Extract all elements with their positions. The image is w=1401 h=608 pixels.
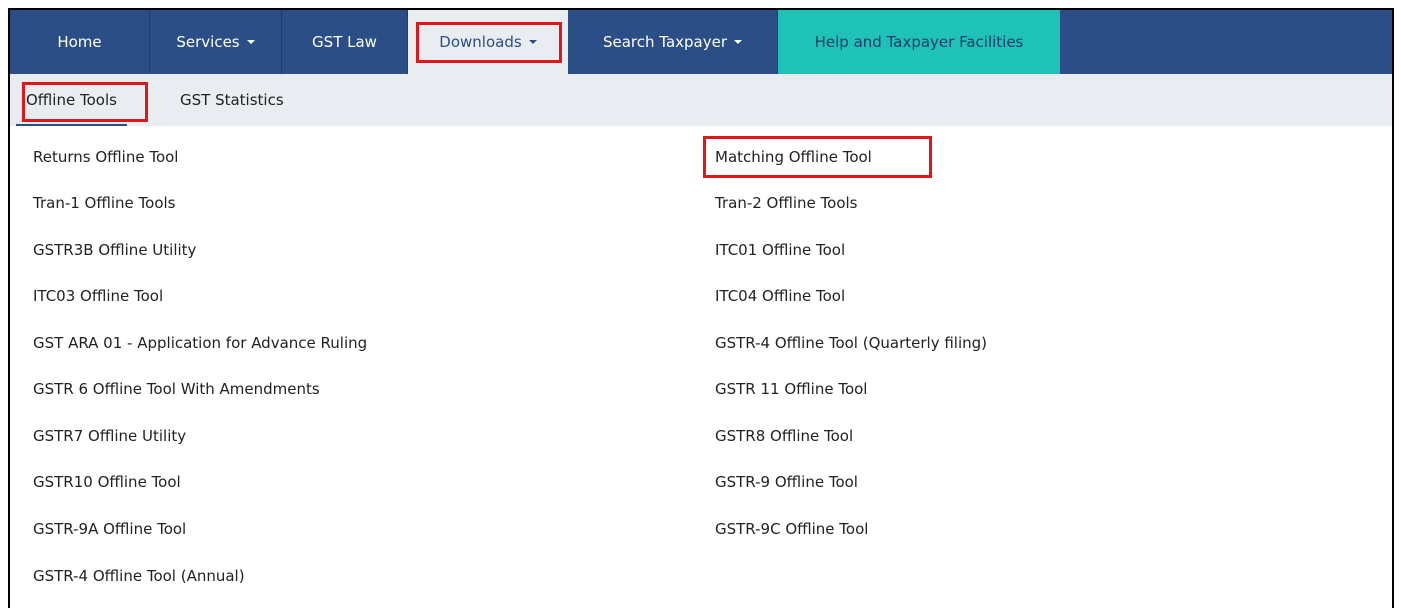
tab-gst-statistics[interactable]: GST Statistics — [180, 74, 284, 126]
link-tran-2-offline-tools[interactable]: Tran-2 Offline Tools — [715, 193, 857, 213]
link-gstr-4-quarterly[interactable]: GSTR-4 Offline Tool (Quarterly filing) — [715, 333, 987, 353]
link-gstr-4-annual[interactable]: GSTR-4 Offline Tool (Annual) — [33, 566, 245, 586]
tab-gst-statistics-label: GST Statistics — [180, 91, 284, 109]
nav-home-label: Home — [57, 33, 102, 51]
nav-help-taxpayer-facilities[interactable]: Help and Taxpayer Facilities — [778, 10, 1060, 74]
link-gstr6-offline-tool[interactable]: GSTR 6 Offline Tool With Amendments — [33, 379, 320, 399]
nav-search-taxpayer[interactable]: Search Taxpayer — [568, 10, 778, 74]
link-gstr3b-offline-utility[interactable]: GSTR3B Offline Utility — [33, 240, 196, 260]
link-gstr11-offline-tool[interactable]: GSTR 11 Offline Tool — [715, 379, 867, 399]
nav-services[interactable]: Services — [150, 10, 282, 74]
nav-gst-law[interactable]: GST Law — [282, 10, 408, 74]
main-navbar: Home Services GST Law Downloads Search T… — [10, 10, 1392, 74]
chevron-down-icon — [734, 40, 743, 44]
sub-navbar: Offline Tools GST Statistics — [10, 74, 1392, 126]
page-frame: Home Services GST Law Downloads Search T… — [8, 8, 1394, 608]
link-tran-1-offline-tools[interactable]: Tran-1 Offline Tools — [33, 193, 175, 213]
link-itc03-offline-tool[interactable]: ITC03 Offline Tool — [33, 286, 163, 306]
link-gstr-9a-offline-tool[interactable]: GSTR-9A Offline Tool — [33, 519, 186, 539]
link-returns-offline-tool[interactable]: Returns Offline Tool — [33, 147, 178, 167]
nav-help-label: Help and Taxpayer Facilities — [814, 33, 1024, 51]
link-itc01-offline-tool[interactable]: ITC01 Offline Tool — [715, 240, 845, 260]
nav-downloads[interactable]: Downloads — [408, 10, 568, 74]
nav-services-label: Services — [176, 33, 240, 51]
chevron-down-icon — [528, 40, 537, 44]
link-gstr7-offline-utility[interactable]: GSTR7 Offline Utility — [33, 426, 186, 446]
nav-home[interactable]: Home — [10, 10, 150, 74]
chevron-down-icon — [246, 40, 255, 44]
nav-gst-law-label: GST Law — [312, 33, 377, 51]
nav-downloads-label: Downloads — [439, 33, 522, 51]
link-matching-offline-tool[interactable]: Matching Offline Tool — [715, 147, 872, 167]
link-gst-ara-01[interactable]: GST ARA 01 - Application for Advance Rul… — [33, 333, 367, 353]
nav-search-taxpayer-label: Search Taxpayer — [602, 33, 728, 51]
link-itc04-offline-tool[interactable]: ITC04 Offline Tool — [715, 286, 845, 306]
tab-offline-tools[interactable]: Offline Tools — [16, 74, 127, 126]
link-gstr8-offline-tool[interactable]: GSTR8 Offline Tool — [715, 426, 853, 446]
link-gstr10-offline-tool[interactable]: GSTR10 Offline Tool — [33, 472, 181, 492]
link-gstr-9-offline-tool[interactable]: GSTR-9 Offline Tool — [715, 472, 858, 492]
link-gstr-9c-offline-tool[interactable]: GSTR-9C Offline Tool — [715, 519, 868, 539]
tab-offline-tools-label: Offline Tools — [26, 91, 117, 109]
